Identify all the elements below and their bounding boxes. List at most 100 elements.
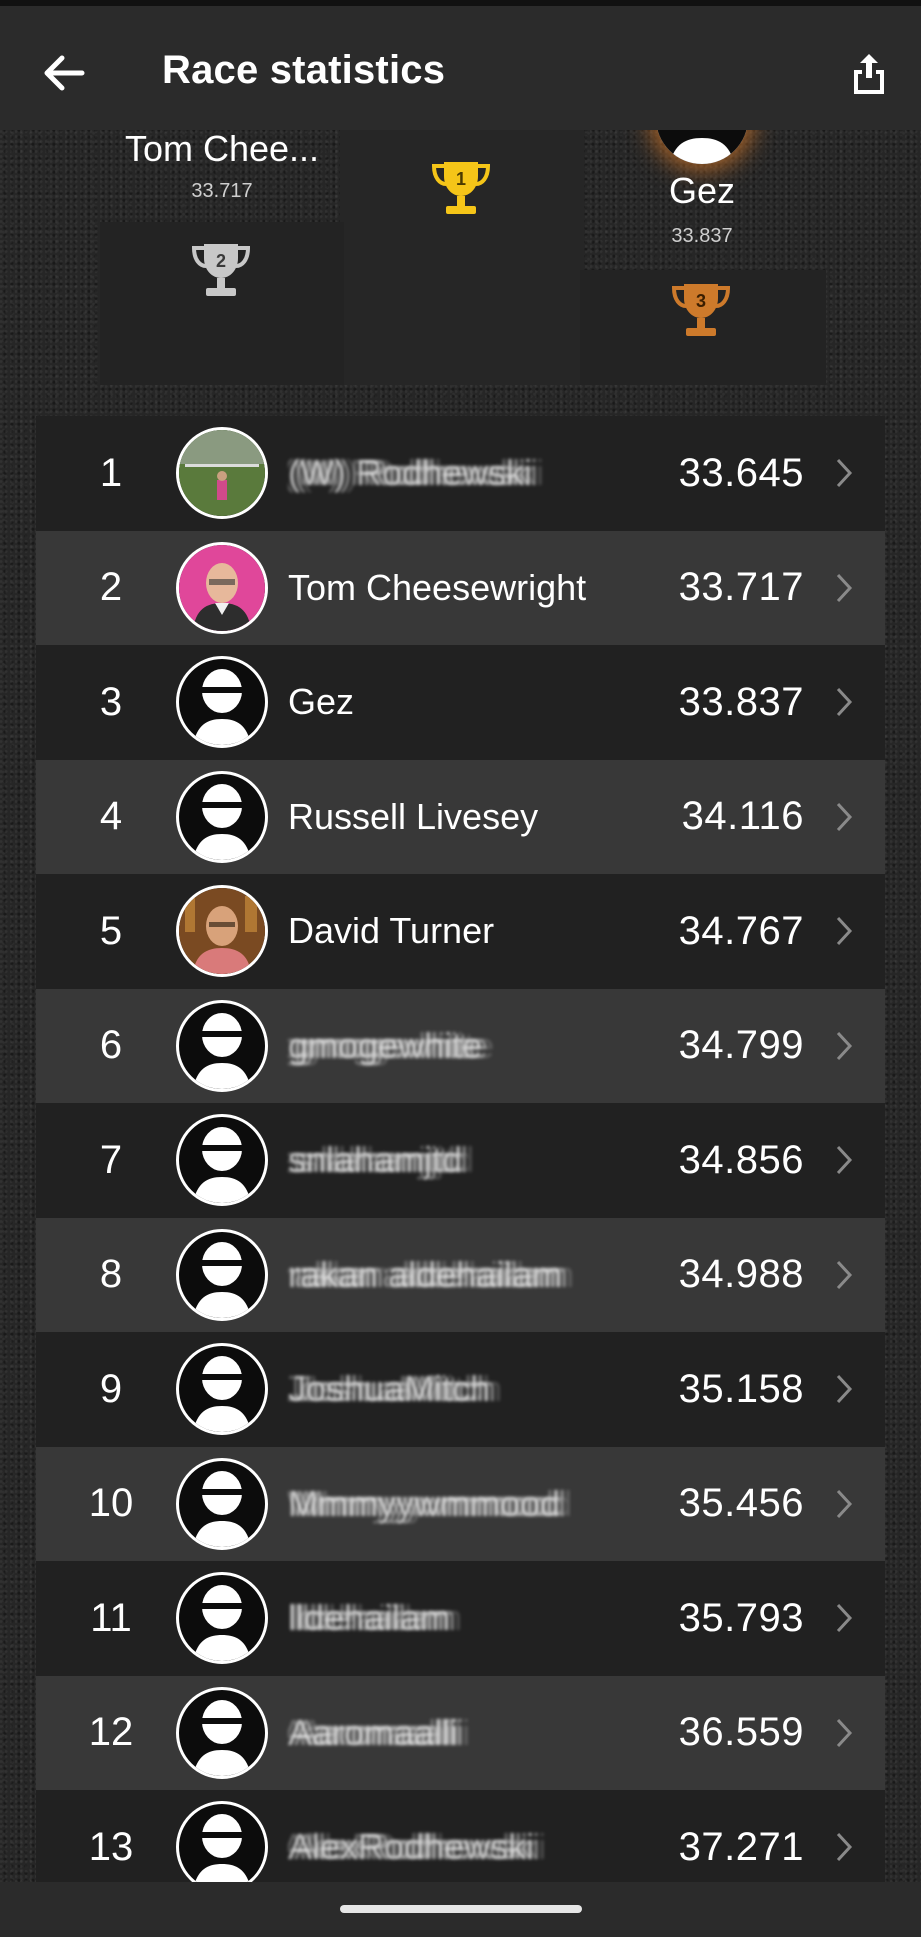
avatar	[176, 541, 268, 634]
default-avatar-icon	[193, 669, 251, 746]
avatar	[176, 427, 268, 520]
row-rank: 11	[90, 1595, 132, 1640]
lap-time: 33.717	[678, 565, 804, 610]
silver-trophy-icon: 2	[191, 244, 251, 296]
app-bar: Race statistics	[0, 0, 921, 130]
chevron-right-icon	[804, 1369, 884, 1409]
chevron-right-icon	[804, 1598, 884, 1638]
podium-second-name[interactable]: Tom Chee...	[100, 128, 344, 170]
leaderboard-row[interactable]: 11 lldehailam 35.793	[36, 1561, 885, 1676]
podium-third-name[interactable]: Gez	[580, 170, 824, 212]
arrow-left-icon	[44, 55, 85, 91]
lap-time: 34.856	[678, 1137, 804, 1182]
avatar	[176, 999, 268, 1092]
leaderboard-row[interactable]: 13 AlexRodhewski 37.271	[36, 1790, 885, 1882]
default-avatar-icon	[193, 1470, 251, 1547]
chevron-right-icon	[804, 1713, 884, 1753]
racer-name: rakan aldehailam	[288, 1253, 563, 1295]
default-avatar-icon	[195, 1814, 249, 1882]
leaderboard-row[interactable]: 3 Gez 33.837	[36, 645, 885, 760]
racer-name: Tom Cheesewright	[288, 566, 587, 608]
avatar	[176, 1572, 268, 1665]
chevron-right-icon	[804, 453, 884, 493]
podium-second-time: 33.717	[191, 180, 253, 202]
avatar	[176, 1801, 268, 1882]
photo-avatar-icon	[179, 430, 265, 517]
leaderboard-row[interactable]: 9 JoshuaMitch 35.158	[36, 1332, 885, 1447]
default-avatar-icon	[193, 1012, 251, 1089]
racer-name: AlexRodhewski	[288, 1826, 535, 1868]
leaderboard-row[interactable]: 4 Russell Livesey 34.116	[36, 759, 885, 874]
leaderboard-row[interactable]: 2 Tom Cheesewright 33.717	[36, 530, 885, 645]
default-avatar-icon	[193, 783, 251, 860]
podium: Tom Chee... 33.717 Gez 33.837 1 2 3	[0, 100, 921, 416]
chevron-right-icon	[804, 911, 884, 951]
chevron-right-icon	[804, 1827, 884, 1867]
default-avatar-icon	[193, 1585, 251, 1662]
chevron-right-icon	[804, 1026, 884, 1066]
row-rank: 4	[99, 794, 123, 839]
chevron-right-icon	[804, 682, 884, 722]
page-title: Race statistics	[162, 48, 446, 92]
row-rank: 1	[99, 450, 123, 495]
row-rank: 6	[99, 1023, 123, 1068]
bronze-trophy-icon: 3	[671, 284, 731, 336]
leaderboard-row[interactable]: 10 Mmmyywmmood 35.456	[36, 1446, 885, 1561]
default-avatar-icon	[193, 1699, 251, 1776]
lap-time: 34.799	[678, 1023, 804, 1068]
podium-third-time: 33.837	[671, 225, 733, 247]
share-button[interactable]	[839, 44, 899, 104]
row-rank: 8	[99, 1252, 123, 1297]
avatar	[176, 1343, 268, 1436]
lap-time: 34.116	[681, 794, 804, 839]
lap-time: 34.767	[678, 908, 804, 953]
gold-place-label: 1	[456, 169, 466, 189]
avatar	[176, 770, 268, 863]
leaderboard-row[interactable]: 8 rakan aldehailam 34.988	[36, 1217, 885, 1332]
back-button[interactable]	[34, 46, 94, 100]
photo-avatar-icon	[179, 888, 265, 975]
racer-name: David Turner	[288, 910, 495, 952]
racer-name: Gez	[288, 681, 355, 723]
lap-time: 36.559	[678, 1710, 804, 1755]
row-rank: 9	[99, 1366, 123, 1411]
lap-time: 35.158	[678, 1366, 804, 1411]
lap-time: 35.456	[678, 1481, 804, 1526]
chevron-right-icon	[804, 568, 884, 608]
default-avatar-icon	[193, 1241, 251, 1318]
leaderboard-row[interactable]: 5 David Turner 34.767	[36, 874, 885, 989]
racer-name: snlahamjtd	[288, 1139, 463, 1181]
silver-place-label: 2	[216, 251, 226, 271]
chevron-right-icon	[804, 1484, 884, 1524]
bronze-place-label: 3	[696, 291, 706, 311]
avatar	[176, 1114, 268, 1207]
gold-trophy-icon: 1	[431, 162, 491, 214]
avatar	[176, 885, 268, 978]
row-rank: 7	[99, 1137, 123, 1182]
leaderboard-row[interactable]: 12 Aaromaalli 36.559	[36, 1675, 885, 1790]
lap-time: 34.988	[678, 1252, 804, 1297]
leaderboard-row[interactable]: 6 gmogewhite 34.799	[36, 988, 885, 1103]
racer-name: Russell Livesey	[288, 795, 539, 837]
home-indicator[interactable]	[340, 1905, 582, 1913]
photo-avatar-icon	[179, 544, 265, 631]
racer-name: gmogewhite	[288, 1024, 483, 1066]
avatar	[176, 1686, 268, 1779]
leaderboard-row[interactable]: 7 snlahamjtd 34.856	[36, 1103, 885, 1218]
avatar	[176, 1457, 268, 1550]
system-nav-bar	[0, 1882, 921, 1937]
leaderboard-row[interactable]: 1 (W) Rodhewski 33.645	[36, 416, 885, 531]
leaderboard-list: 1 (W) Rodhewski 33.645 2 Tom Cheesewrigh…	[36, 416, 885, 1882]
racer-name: Aaromaalli	[288, 1711, 459, 1753]
share-icon	[854, 54, 884, 94]
row-rank: 3	[99, 679, 123, 724]
racer-name: JoshuaMitch	[288, 1368, 491, 1410]
chevron-right-icon	[804, 1255, 884, 1295]
row-rank: 5	[99, 908, 123, 953]
avatar	[176, 656, 268, 749]
racer-name: (W) Rodhewski	[288, 452, 533, 494]
lap-time: 33.645	[678, 450, 804, 495]
row-rank: 10	[88, 1481, 134, 1526]
chevron-right-icon	[804, 1140, 884, 1180]
chevron-right-icon	[804, 797, 884, 837]
